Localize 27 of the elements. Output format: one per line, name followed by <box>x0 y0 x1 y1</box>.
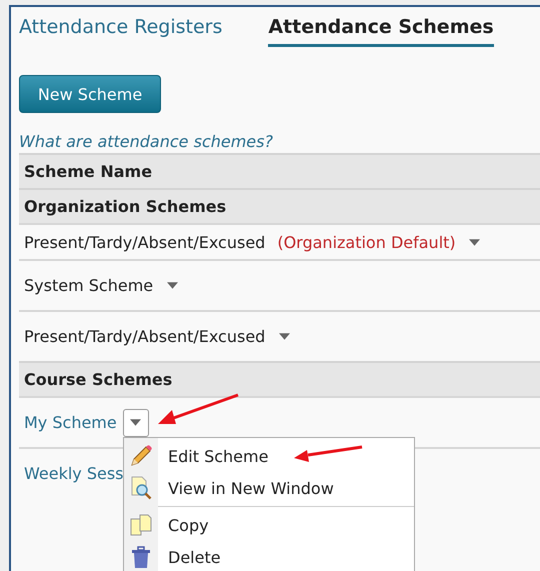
caret-icon <box>469 238 480 246</box>
trash-icon <box>132 546 150 568</box>
new-scheme-button[interactable]: New Scheme <box>19 75 161 113</box>
caret-icon <box>130 419 142 426</box>
arrow-annotation <box>294 446 362 462</box>
scheme-name: System Scheme <box>24 276 154 295</box>
caret-icon <box>166 282 178 289</box>
pencil-icon <box>131 445 152 466</box>
menu-item[interactable]: Edit Scheme <box>124 440 414 472</box>
caret-icon <box>278 333 290 340</box>
menu-item[interactable]: View in New Window <box>124 472 414 504</box>
menu-item[interactable]: Copy <box>124 509 414 541</box>
scheme-name: Present/Tardy/Absent/Excused <box>24 232 266 252</box>
menu-item[interactable]: Delete <box>124 541 414 571</box>
group-header: Course Schemes <box>19 361 540 396</box>
page-magnifier-icon <box>132 476 152 500</box>
scheme-link[interactable]: Weekly Sess <box>24 464 124 483</box>
scheme-name: Present/Tardy/Absent/Excused <box>24 327 266 346</box>
column-header: Scheme Name <box>19 153 540 188</box>
copy-icon <box>130 514 152 536</box>
tab[interactable]: Attendance Registers <box>19 16 222 47</box>
help-link[interactable]: What are attendance schemes? <box>19 132 273 151</box>
default-label: (Organization Default) <box>277 232 456 252</box>
dropdown-button[interactable] <box>122 408 149 436</box>
group-header: Organization Schemes <box>19 188 540 223</box>
tab[interactable]: Attendance Schemes <box>268 16 494 47</box>
scheme-link[interactable]: My Scheme <box>24 413 117 432</box>
